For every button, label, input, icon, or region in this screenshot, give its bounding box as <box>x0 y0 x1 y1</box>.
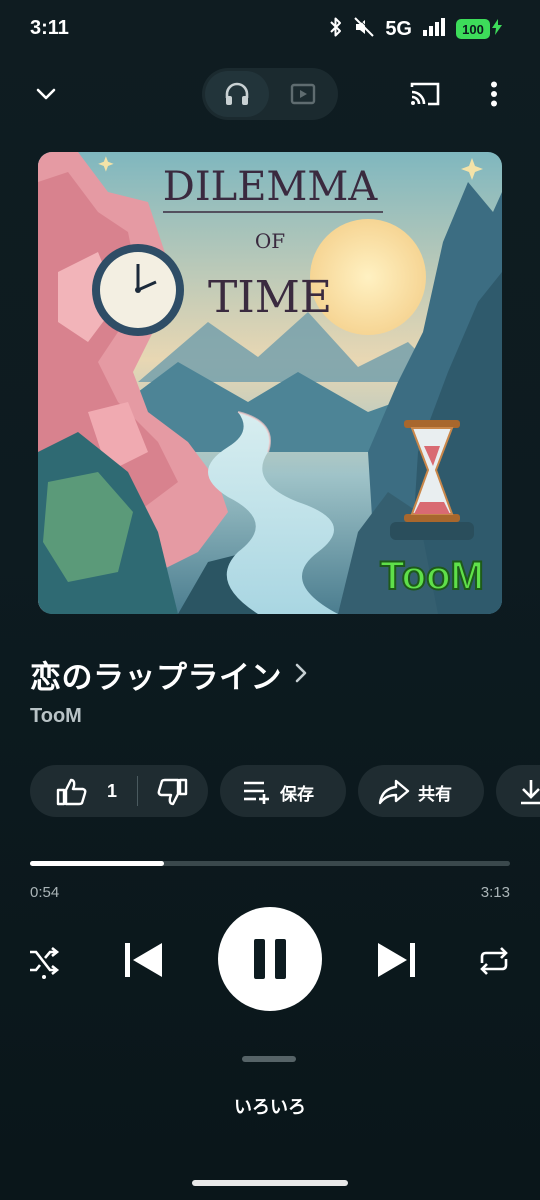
repeat-button[interactable] <box>474 941 514 981</box>
like-button[interactable] <box>56 778 88 810</box>
battery-icon: 100 <box>456 19 490 39</box>
save-label: 保存 <box>280 785 314 805</box>
cast-icon <box>410 82 440 106</box>
mute-icon <box>353 16 376 42</box>
album-title-line3: TIME <box>208 272 332 323</box>
action-chips: 1 保存 共有 <box>30 765 540 817</box>
network-type: 5G <box>385 17 412 40</box>
album-title-line2: OF <box>255 229 285 253</box>
repeat-icon <box>480 947 508 975</box>
status-time: 3:11 <box>30 17 69 39</box>
up-next-label[interactable]: いろいろ <box>0 1093 540 1119</box>
like-dislike-chip: 1 <box>30 765 208 817</box>
player-top-bar <box>0 62 540 126</box>
share-button[interactable]: 共有 <box>358 765 484 817</box>
playlist-add-icon <box>242 779 272 809</box>
status-bar: 3:11 5G 100 <box>0 0 540 60</box>
skip-previous-icon <box>125 943 162 977</box>
album-art: DILEMMA OF TIME TooM <box>38 152 502 614</box>
skip-next-icon <box>378 943 415 977</box>
artist-name[interactable]: TooM <box>30 705 82 728</box>
cast-button[interactable] <box>404 74 446 114</box>
elapsed-time: 0:54 <box>30 884 60 901</box>
save-button[interactable]: 保存 <box>220 765 346 817</box>
queue-drag-handle[interactable] <box>242 1056 296 1062</box>
audio-mode-button[interactable] <box>205 71 269 117</box>
minimize-button[interactable] <box>26 74 66 114</box>
progress-bar[interactable] <box>30 861 510 866</box>
pause-icon <box>254 939 286 979</box>
song-title-row[interactable]: 恋のラップライン <box>30 652 308 697</box>
headphones-icon <box>225 82 249 105</box>
chevron-down-icon <box>36 88 56 100</box>
dislike-button[interactable] <box>156 778 188 810</box>
song-title[interactable]: 恋のラップライン <box>30 652 282 697</box>
chip-divider <box>137 776 138 806</box>
audio-video-toggle <box>202 68 338 120</box>
share-icon <box>378 779 410 809</box>
video-mode-button[interactable] <box>271 71 335 117</box>
bluetooth-icon <box>329 16 343 42</box>
previous-button[interactable] <box>120 937 166 983</box>
chevron-right-icon[interactable] <box>294 662 308 688</box>
battery-indicator: 100 <box>456 19 502 39</box>
more-vertical-icon <box>491 81 497 107</box>
share-label: 共有 <box>418 785 452 805</box>
total-time: 3:13 <box>480 884 510 901</box>
next-button[interactable] <box>374 937 420 983</box>
thumbs-down-icon <box>157 778 188 806</box>
download-icon <box>518 778 540 810</box>
artist-logo: TooM <box>380 554 484 598</box>
battery-level: 100 <box>462 21 484 37</box>
download-button[interactable] <box>496 765 540 817</box>
signal-icon <box>422 17 446 41</box>
playback-controls <box>0 905 540 1011</box>
album-title-line1: DILEMMA <box>163 164 379 210</box>
video-icon <box>290 83 316 105</box>
charging-icon <box>492 19 502 39</box>
shuffle-button[interactable] <box>24 941 64 981</box>
play-pause-button[interactable] <box>218 907 322 1011</box>
progress-fill <box>30 861 165 866</box>
more-options-button[interactable] <box>478 74 510 114</box>
thumbs-up-icon <box>56 778 87 806</box>
home-indicator[interactable] <box>192 1180 348 1186</box>
shuffle-icon <box>30 946 60 979</box>
like-count: 1 <box>107 781 118 801</box>
status-icons: 5G 100 <box>329 16 502 42</box>
